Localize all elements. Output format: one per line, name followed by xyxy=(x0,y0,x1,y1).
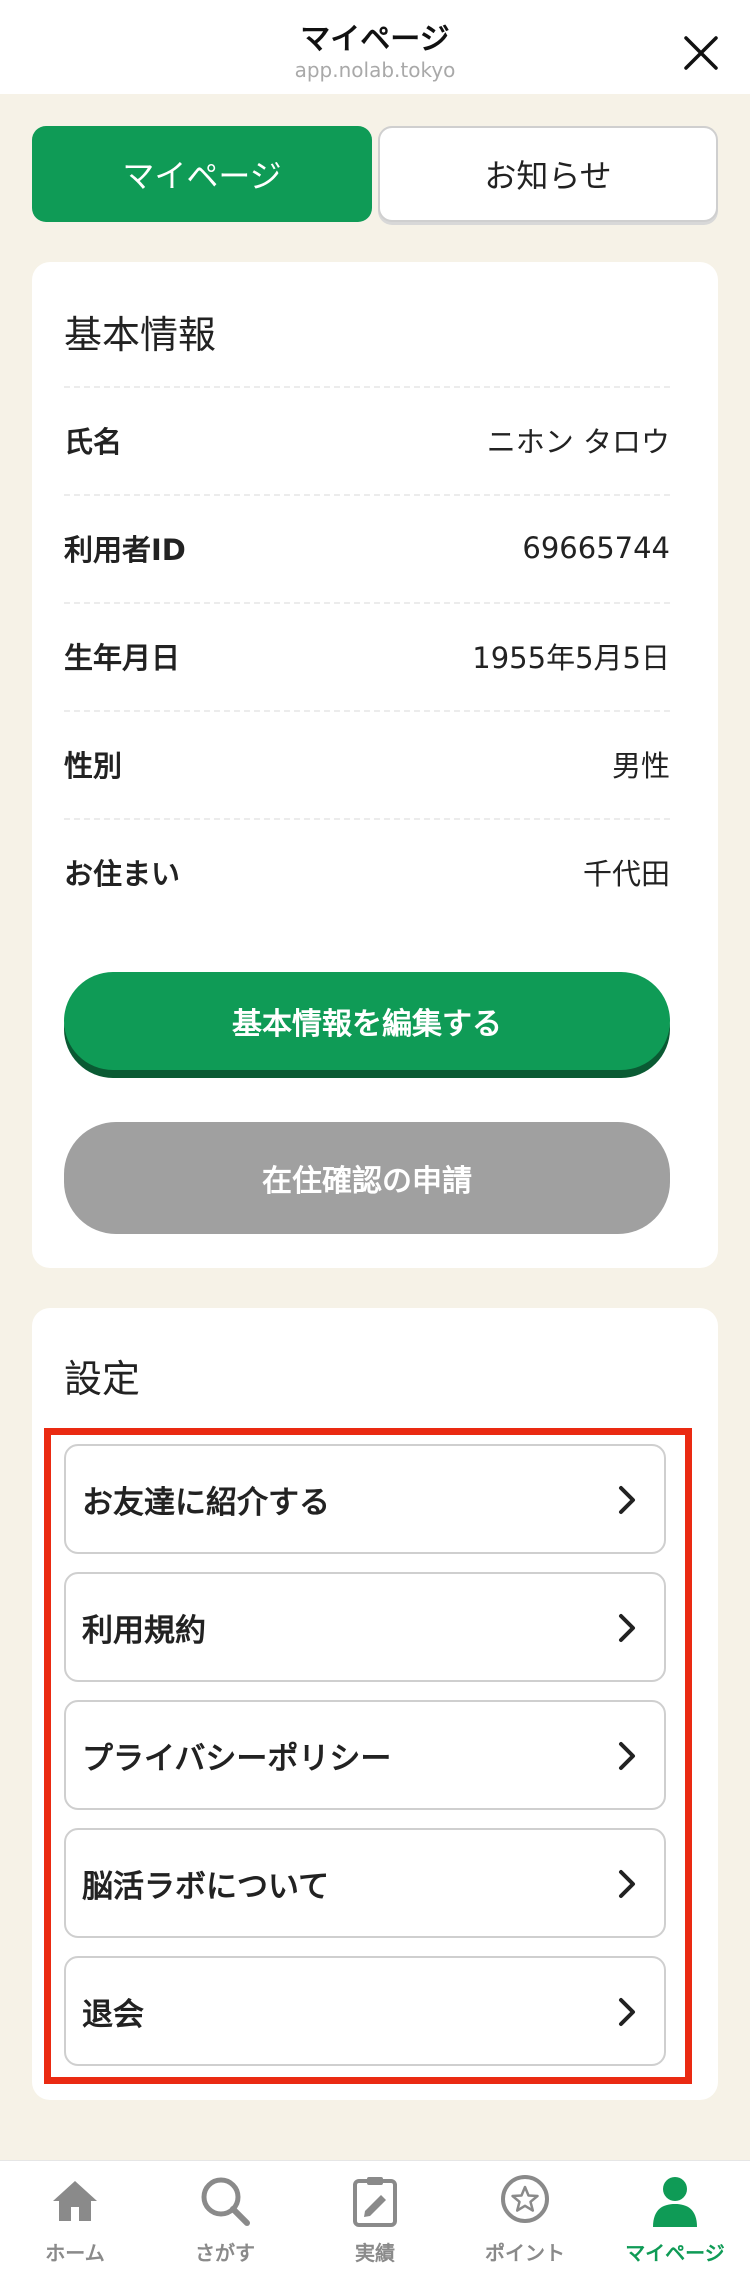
info-label: 性別 xyxy=(64,749,123,783)
info-label: お住まい xyxy=(64,857,181,891)
basic-info-title: 基本情報 xyxy=(64,313,217,357)
info-value: 千代田 xyxy=(582,857,670,891)
edit-basic-info-button[interactable]: 基本情報を編集する xyxy=(64,972,670,1070)
info-row-residence: お住まい 千代田 xyxy=(64,819,670,925)
star-badge-icon xyxy=(501,2175,549,2223)
clipboard-icon xyxy=(353,2177,397,2227)
page-title: マイページ xyxy=(300,22,450,57)
nav-mypage[interactable]: マイページ xyxy=(600,2171,750,2271)
residence-confirmation-button[interactable]: 在住確認の申請 xyxy=(64,1122,670,1234)
menu-item-refer-friend[interactable]: お友達に紹介する xyxy=(64,1444,666,1554)
info-row-user-id: 利用者ID 69665744 xyxy=(64,495,670,601)
info-row-birthdate: 生年月日 1955年5月5日 xyxy=(64,603,670,709)
menu-item-withdraw[interactable]: 退会 xyxy=(64,1956,666,2066)
tab-mypage[interactable]: マイページ xyxy=(32,126,372,222)
menu-item-label: 退会 xyxy=(82,1996,144,2033)
info-label: 氏名 xyxy=(64,425,123,459)
home-icon xyxy=(53,2181,97,2221)
info-row-gender: 性別 男性 xyxy=(64,711,670,817)
menu-item-label: プライバシーポリシー xyxy=(82,1740,392,1777)
nav-achievements[interactable]: 実績 xyxy=(300,2171,450,2271)
settings-title: 設定 xyxy=(64,1357,141,1401)
menu-item-privacy-policy[interactable]: プライバシーポリシー xyxy=(64,1700,666,1810)
info-value: 69665744 xyxy=(522,531,670,565)
nav-label: マイページ xyxy=(625,2241,725,2265)
chevron-right-icon xyxy=(619,1486,635,1514)
close-icon[interactable] xyxy=(676,28,726,78)
info-value: 1955年5月5日 xyxy=(472,641,670,675)
menu-item-label: 脳活ラボについて xyxy=(82,1868,330,1905)
menu-item-terms[interactable]: 利用規約 xyxy=(64,1572,666,1682)
menu-item-label: お友達に紹介する xyxy=(82,1484,330,1521)
chevron-right-icon xyxy=(619,1870,635,1898)
nav-points[interactable]: ポイント xyxy=(450,2171,600,2271)
basic-info-card: 基本情報 氏名 ニホン タロウ 利用者ID 69665744 生年月日 1955… xyxy=(32,262,718,1268)
nav-label: ホーム xyxy=(45,2241,105,2265)
menu-item-label: 利用規約 xyxy=(82,1612,206,1649)
chevron-right-icon xyxy=(619,1742,635,1770)
person-icon xyxy=(653,2177,697,2227)
nav-label: 実績 xyxy=(355,2241,395,2265)
info-row-name: 氏名 ニホン タロウ xyxy=(64,387,670,493)
chevron-right-icon xyxy=(619,1998,635,2026)
info-label: 生年月日 xyxy=(64,641,181,675)
page-url: app.nolab.tokyo xyxy=(294,58,456,82)
menu-item-about[interactable]: 脳活ラボについて xyxy=(64,1828,666,1938)
nav-label: さがす xyxy=(195,2241,255,2265)
nav-search[interactable]: さがす xyxy=(150,2171,300,2271)
info-label: 利用者ID xyxy=(64,533,186,567)
nav-home[interactable]: ホーム xyxy=(0,2171,150,2271)
nav-label: ポイント xyxy=(485,2241,565,2265)
bottom-nav: ホーム さがす 実績 ポイント マイページ xyxy=(0,2160,750,2278)
search-icon xyxy=(201,2177,250,2226)
info-value: 男性 xyxy=(611,749,670,783)
top-bar: マイページ app.nolab.tokyo xyxy=(0,0,750,94)
chevron-right-icon xyxy=(619,1614,635,1642)
tab-notifications[interactable]: お知らせ xyxy=(378,126,718,222)
info-value: ニホン タロウ xyxy=(486,425,670,459)
